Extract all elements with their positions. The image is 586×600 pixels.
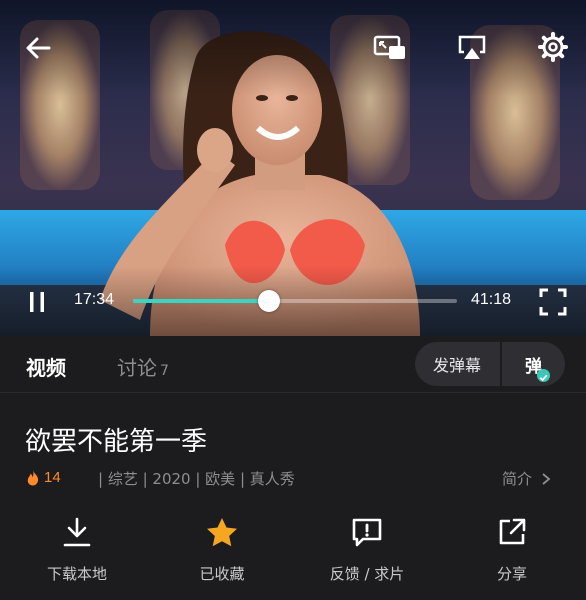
fullscreen-icon	[539, 288, 567, 316]
check-badge-icon	[537, 368, 550, 382]
tab-discuss[interactable]: 讨论 7	[117, 352, 169, 381]
download-label: 下载本地	[46, 565, 107, 583]
airplay-icon	[458, 35, 486, 59]
star-icon	[207, 518, 237, 547]
progress-thumb[interactable]	[258, 290, 281, 312]
gear-icon	[538, 32, 568, 62]
danmu-controls: 发弹幕 弹	[415, 342, 565, 386]
player-top-overlay	[0, 0, 586, 96]
share-label: 分享	[496, 565, 527, 583]
share-icon	[499, 518, 526, 545]
danmu-toggle-button[interactable]: 弹	[502, 342, 565, 386]
back-button[interactable]	[20, 30, 56, 66]
favorite-button[interactable]: 已收藏	[162, 515, 282, 585]
feedback-icon	[352, 518, 382, 547]
cast-button[interactable]	[453, 30, 491, 66]
feedback-label: 反馈 / 求片	[329, 565, 405, 583]
share-button[interactable]: 分享	[452, 515, 572, 585]
download-button[interactable]: 下载本地	[17, 515, 137, 585]
current-time: 17:34	[74, 291, 115, 308]
picture-in-picture-icon	[373, 35, 405, 59]
danmu-toggle-icon: 弹	[525, 352, 550, 382]
flame-icon	[27, 470, 39, 486]
pause-button[interactable]	[22, 288, 52, 316]
feedback-button[interactable]: 反馈 / 求片	[307, 515, 427, 585]
download-icon	[63, 517, 91, 547]
intro-label: 简介	[502, 470, 533, 488]
heat-indicator: 14	[26, 469, 61, 486]
tab-discuss-count: 7	[160, 363, 169, 379]
fullscreen-button[interactable]	[536, 286, 570, 318]
intro-link[interactable]: 简介	[502, 468, 553, 489]
settings-button[interactable]	[534, 28, 572, 66]
heat-count: 14	[44, 469, 61, 486]
show-title: 欲罢不能第一季	[25, 427, 208, 457]
show-meta: | 综艺 | 2020 | 欧美 | 真人秀	[98, 470, 295, 488]
tab-video[interactable]: 视频	[26, 352, 66, 381]
total-time: 41:18	[471, 291, 512, 308]
tab-discuss-label: 讨论	[117, 356, 157, 380]
arrow-left-icon	[26, 37, 51, 59]
send-danmu-button[interactable]: 发弹幕	[415, 342, 499, 386]
progress-fill	[133, 299, 270, 303]
pause-icon	[30, 292, 44, 312]
favorite-label: 已收藏	[199, 565, 245, 583]
chevron-right-icon	[542, 472, 551, 485]
video-player[interactable]: 17:34 41:18	[0, 0, 586, 336]
pip-button[interactable]	[371, 30, 409, 66]
progress-bar[interactable]	[133, 290, 457, 312]
